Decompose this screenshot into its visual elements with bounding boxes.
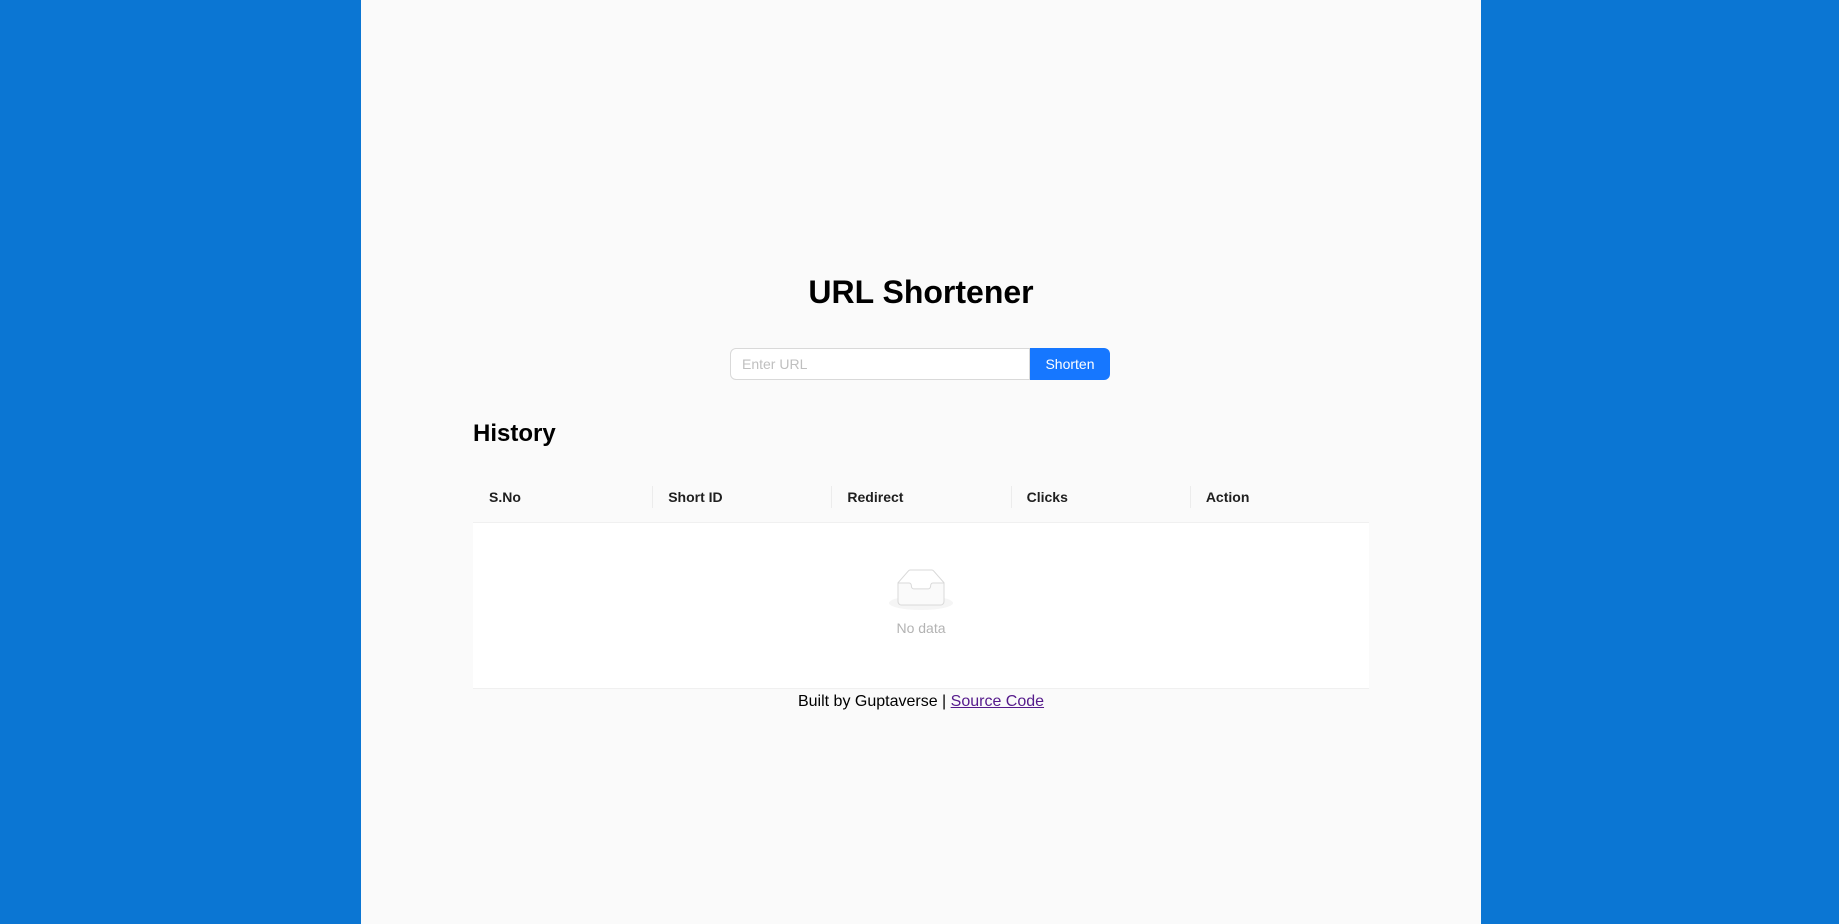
history-table: S.No Short ID Redirect Clicks Action No … [473, 472, 1369, 689]
table-header: S.No Short ID Redirect Clicks Action [473, 472, 1369, 523]
shorten-button[interactable]: Shorten [1030, 348, 1110, 380]
footer-credit: Built by Guptaverse | [797, 693, 951, 710]
empty-inbox-icon [889, 569, 953, 610]
url-input[interactable] [730, 348, 1030, 380]
empty-state-text: No data [896, 620, 946, 636]
page-title: URL Shortener [808, 274, 1034, 310]
table-body-empty: No data [473, 523, 1369, 689]
main-panel: URL Shortener Shorten History S.No Short… [361, 0, 1481, 924]
column-header-action: Action [1189, 472, 1369, 522]
column-header-short-id: Short ID [652, 472, 831, 522]
column-header-sno: S.No [489, 489, 521, 505]
footer: Built by Guptaverse | Source Code [361, 690, 1481, 714]
shorten-form: Shorten [730, 348, 1110, 380]
column-header-redirect: Redirect [831, 472, 1010, 522]
history-heading: History [473, 420, 556, 447]
source-code-link[interactable]: Source Code [951, 693, 1044, 710]
column-header-clicks: Clicks [1010, 472, 1190, 522]
